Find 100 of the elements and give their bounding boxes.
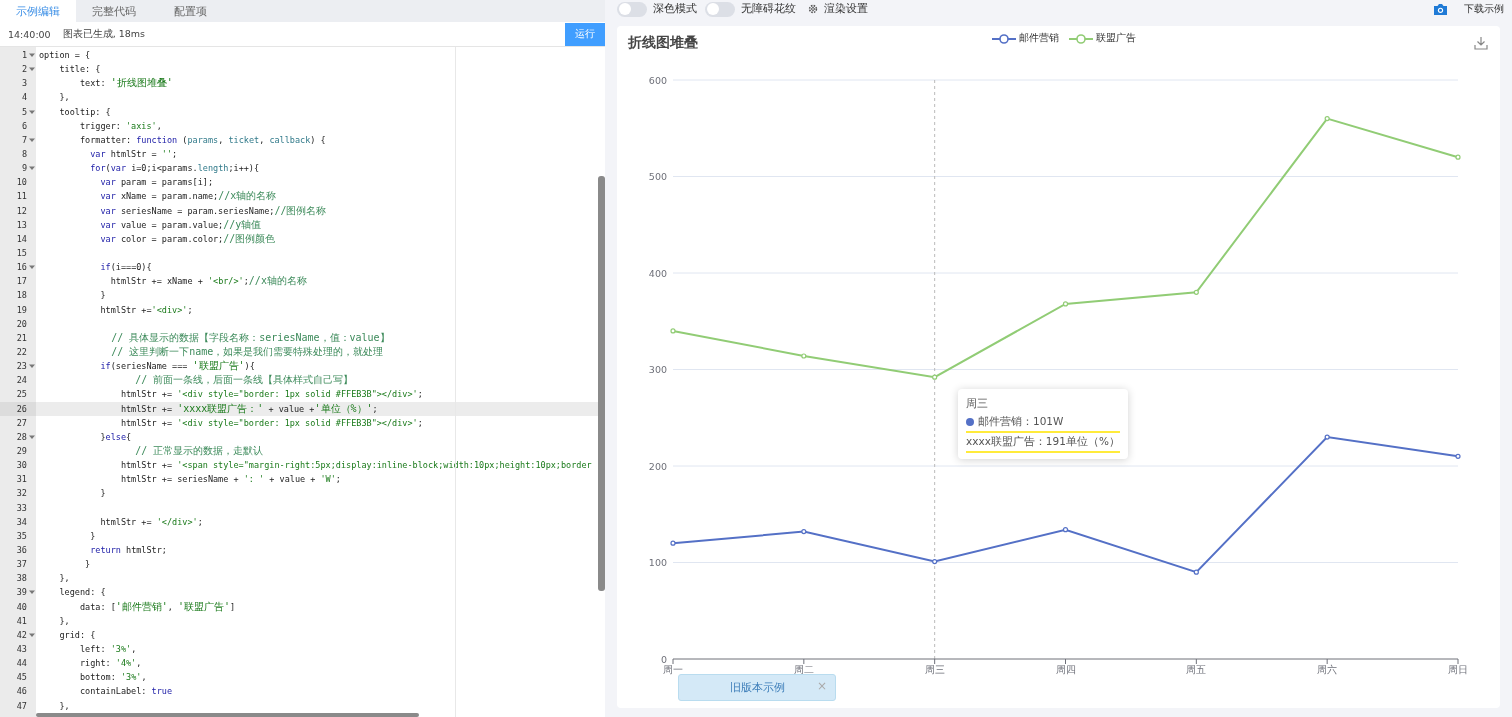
code-line: htmlStr += '<div style="border: 1px solid #FFEB3B"></div>'; [119, 417, 423, 428]
line-number: 45 [16, 672, 27, 683]
line-number: 15 [16, 248, 27, 259]
code-line: }, [58, 573, 70, 584]
code-line: htmlStr += '<span style="margin-right:5px;display:inline-block;width:10px;height:10px;border [119, 460, 592, 471]
tooltip-value: 邮件营销：101W [978, 415, 1064, 429]
line-number: 22 [16, 347, 27, 357]
code-line: }, [58, 700, 70, 711]
axis-label: 周一 [663, 664, 683, 675]
line-number: 23 [16, 361, 27, 372]
line-number: 2 [21, 64, 27, 75]
line-number: 32 [16, 488, 27, 499]
line-number: 28 [16, 431, 27, 442]
code-line: htmlStr += xName + '<br/>';//x轴的名称 [109, 274, 307, 289]
tooltip-title: 周三 [966, 397, 989, 411]
line-number: 37 [16, 559, 27, 570]
line-number: 14 [16, 233, 27, 244]
code-line: }, [58, 615, 70, 626]
line-number: 8 [21, 149, 27, 160]
line-number: 10 [16, 177, 27, 188]
code-line: htmlStr +='<div>'; [99, 304, 193, 315]
code-line: // 这里判断一下name，如果是我们需要特殊处理的，就处理 [110, 345, 384, 359]
chart-title: 折线图堆叠 [628, 34, 698, 52]
code-line: tooltip: { [58, 106, 111, 117]
line-number: 7 [21, 134, 27, 145]
code-line: var htmlStr = ''; [89, 149, 178, 160]
line-number: 46 [16, 686, 27, 697]
code-line: var seriesName = param.seriesName;//图例名称 [99, 203, 327, 218]
code-line: }, [58, 92, 70, 103]
axis-label: 600 [648, 74, 667, 86]
line-number: 25 [16, 389, 27, 400]
line-number: 43 [16, 643, 27, 654]
status-message: 图表已生成, 18ms [62, 27, 146, 41]
line-number: 38 [16, 573, 27, 584]
line-number: 47 [16, 700, 27, 711]
code-line: data: ['邮件营销', '联盟广告'] [78, 599, 236, 614]
code-line: if(seriesName === '联盟广告'){ [99, 359, 255, 374]
code-line: // 正常显示的数据，走默认 [134, 444, 264, 458]
code-line: htmlStr += '</div>'; [99, 516, 203, 527]
code-line: title: { [58, 64, 101, 75]
line-number: 36 [16, 545, 27, 555]
axis-label: 400 [648, 267, 667, 279]
code-line: htmlStr += seriesName + ': ' + value + 'W'; [119, 474, 341, 485]
line-number: 24 [16, 375, 27, 386]
line-number: 27 [16, 417, 27, 428]
line-number: 11 [16, 191, 27, 202]
line-number: 9 [21, 163, 27, 174]
code-line: } [99, 488, 106, 499]
line-number: 4 [21, 92, 27, 103]
code-line: trigger: 'axis', [78, 120, 162, 131]
code-line: // 具体显示的数据【字段名称：seriesName，值：value】 [110, 330, 390, 345]
line-number: 17 [16, 276, 27, 287]
line-number: 6 [21, 120, 27, 131]
code-line: var xName = param.name;//x轴的名称 [99, 189, 277, 204]
line-number: 30 [16, 460, 27, 471]
line-number: 13 [16, 219, 27, 230]
status-time: 14:40:00 [8, 28, 51, 40]
code-line: formatter: function (params, ticket, callback) { [78, 134, 326, 145]
code-line: option = { [39, 50, 91, 61]
code-line: legend: { [58, 587, 106, 598]
line-number: 34 [16, 516, 27, 527]
line-number: 3 [21, 78, 27, 89]
line-number: 31 [16, 474, 27, 485]
code-line: return htmlStr; [89, 545, 167, 555]
line-number: 44 [16, 658, 27, 669]
code-line: var value = param.value;//y轴值 [99, 217, 262, 232]
line-number: 33 [16, 502, 27, 513]
axis-label: 周日 [1448, 664, 1468, 675]
axis-label: 周三 [924, 664, 945, 675]
line-number: 41 [16, 615, 27, 626]
code-line: for(var i=0;i<params.length;i++){ [89, 163, 260, 174]
toggle-label: 深色模式 [653, 2, 697, 16]
axis-label: 100 [648, 557, 667, 568]
code-line: text: '折线图堆叠' [78, 76, 173, 91]
line-number: 26 [16, 403, 27, 414]
line-number: 39 [16, 587, 27, 598]
line-number: 20 [16, 318, 27, 329]
code-line: } [89, 530, 96, 541]
code-line: right: '4%', [78, 658, 142, 669]
tooltip-value: xxxx联盟广告：191单位（%） [966, 435, 1120, 449]
toggle-label: 无障碍花纹 [741, 2, 796, 16]
code-line: grid: { [58, 629, 96, 640]
code-line: containLabel: true [78, 686, 173, 697]
line-number: 1 [21, 50, 27, 61]
line-number: 42 [16, 629, 27, 640]
code-line: htmlStr += '<div style="border: 1px solid #FFEB3B"></div>'; [119, 389, 423, 400]
line-number: 40 [16, 601, 27, 612]
code-line: bottom: '3%', [78, 672, 147, 683]
line-number: 29 [16, 446, 27, 456]
line-number: 18 [16, 290, 27, 301]
line-number: 12 [16, 205, 27, 216]
code-line: htmlStr += 'xxxx联盟广告：' + value +'单位（%）'; [119, 401, 378, 416]
line-number: 19 [16, 304, 27, 315]
line-number: 5 [21, 106, 27, 117]
axis-label: 0 [660, 653, 667, 665]
axis-label: 300 [648, 364, 667, 375]
code-line: } [99, 290, 106, 301]
axis-label: 周六 [1317, 664, 1338, 675]
code-line: var param = params[i]; [99, 177, 213, 188]
line-number: 35 [16, 530, 27, 541]
